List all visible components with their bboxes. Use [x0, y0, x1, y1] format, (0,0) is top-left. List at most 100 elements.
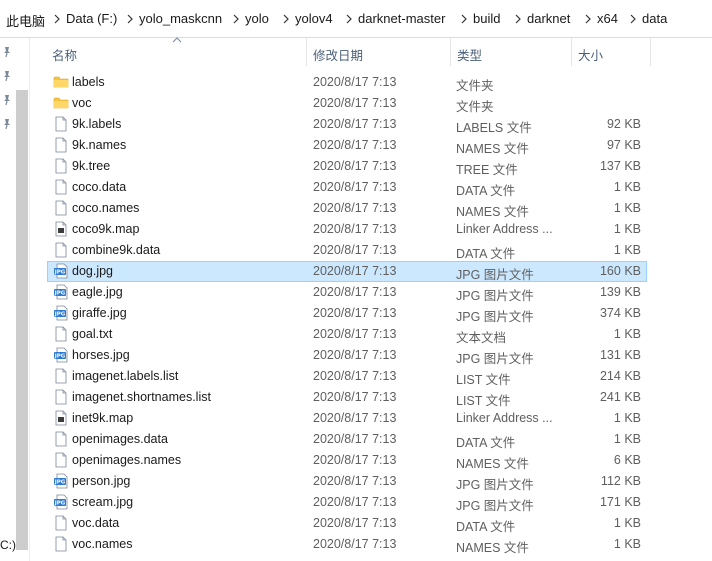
file-date: 2020/8/17 7:13 [313, 411, 397, 425]
file-name: eagle.jpg [72, 285, 123, 299]
file-icon [53, 326, 69, 342]
file-type: DATA 文件 [456, 520, 516, 534]
file-icon [53, 368, 69, 384]
file-size: 92 KB [606, 117, 641, 131]
file-name: dog.jpg [72, 264, 114, 278]
column-header: 名称 修改日期 类型 大小 [30, 37, 712, 66]
chevron-right-icon[interactable] [53, 13, 61, 25]
breadcrumb-item[interactable]: yolo_maskcnn [139, 11, 222, 26]
file-date: 2020/8/17 7:13 [313, 432, 397, 446]
file-icon [53, 452, 69, 468]
file-name: coco9k.map [72, 222, 140, 236]
jpg-file-icon: JPG [53, 473, 69, 489]
file-row[interactable]: JPG dog.jpg 2020/8/17 7:13 JPG 图片文件 160 KB [47, 261, 647, 282]
file-row[interactable]: coco.data 2020/8/17 7:13 DATA 文件 1 KB [47, 177, 647, 198]
file-date: 2020/8/17 7:13 [313, 348, 397, 362]
file-date: 2020/8/17 7:13 [313, 369, 397, 383]
breadcrumb-item[interactable]: yolov4 [295, 11, 333, 26]
file-row[interactable]: JPG person.jpg 2020/8/17 7:13 JPG 图片文件 112 K… [47, 471, 647, 492]
column-size[interactable]: 大小 [578, 45, 603, 64]
breadcrumb[interactable]: 此电脑 Data (F:) yolo_maskcnn yolo yolov4 darkne… [0, 0, 712, 38]
file-type: NAMES 文件 [456, 541, 529, 555]
file-row[interactable]: imagenet.labels.list 2020/8/17 7:13 LIST 文… [47, 366, 647, 387]
pin-icon[interactable] [1, 118, 13, 130]
file-name: combine9k.data [72, 243, 161, 257]
file-date: 2020/8/17 7:13 [313, 96, 397, 110]
file-row[interactable]: inet9k.map 2020/8/17 7:13 Linker Address .… [47, 408, 647, 429]
nav-drive-label[interactable]: C:) [0, 538, 16, 552]
navigation-pane[interactable]: C:) [0, 38, 30, 561]
column-name[interactable]: 名称 [52, 45, 77, 64]
chevron-right-icon[interactable] [460, 13, 468, 25]
svg-text:JPG: JPG [54, 501, 66, 507]
file-row[interactable]: goal.txt 2020/8/17 7:13 文本文档 1 KB [47, 324, 647, 345]
breadcrumb-item[interactable]: 此电脑 [6, 11, 45, 30]
file-date: 2020/8/17 7:13 [313, 180, 397, 194]
file-size: 6 KB [613, 453, 641, 467]
pin-icon[interactable] [1, 46, 13, 58]
file-row[interactable]: openimages.data 2020/8/17 7:13 DATA 文件 1 KB [47, 429, 647, 450]
breadcrumb-item[interactable]: build [473, 11, 500, 26]
chevron-right-icon[interactable] [345, 13, 353, 25]
jpg-file-icon: JPG [53, 263, 69, 279]
file-row[interactable]: openimages.names 2020/8/17 7:13 NAMES 文件 6 … [47, 450, 647, 471]
file-type: NAMES 文件 [456, 205, 529, 219]
file-row[interactable]: labels 2020/8/17 7:13 文件夹 [47, 72, 647, 93]
file-size: 1 KB [613, 537, 641, 551]
breadcrumb-item[interactable]: darknet [527, 11, 570, 26]
file-name: scream.jpg [72, 495, 134, 509]
column-divider[interactable] [650, 38, 651, 66]
file-row[interactable]: JPG giraffe.jpg 2020/8/17 7:13 JPG 图片文件 374 … [47, 303, 647, 324]
chevron-right-icon[interactable] [282, 13, 290, 25]
file-icon [53, 137, 69, 153]
file-size: 1 KB [613, 222, 641, 236]
file-row[interactable]: voc.data 2020/8/17 7:13 DATA 文件 1 KB [47, 513, 647, 534]
chevron-right-icon[interactable] [584, 13, 592, 25]
column-divider[interactable] [450, 38, 451, 66]
file-row[interactable]: JPG horses.jpg 2020/8/17 7:13 JPG 图片文件 131 K… [47, 345, 647, 366]
breadcrumb-item[interactable]: x64 [597, 11, 618, 26]
column-divider[interactable] [306, 38, 307, 66]
file-size: 1 KB [613, 243, 641, 257]
file-date: 2020/8/17 7:13 [313, 390, 397, 404]
chevron-right-icon[interactable] [126, 13, 134, 25]
nav-scrollbar-thumb[interactable] [16, 90, 28, 550]
file-date: 2020/8/17 7:13 [313, 474, 397, 488]
file-name: 9k.names [72, 138, 127, 152]
file-date: 2020/8/17 7:13 [313, 537, 397, 551]
file-row[interactable]: imagenet.shortnames.list 2020/8/17 7:13 LI… [47, 387, 647, 408]
breadcrumb-item[interactable]: data [642, 11, 667, 26]
file-row[interactable]: coco.names 2020/8/17 7:13 NAMES 文件 1 KB [47, 198, 647, 219]
column-type[interactable]: 类型 [457, 45, 482, 64]
sort-ascending-icon [172, 37, 182, 43]
file-date: 2020/8/17 7:13 [313, 75, 397, 89]
column-divider[interactable] [571, 38, 572, 66]
file-date: 2020/8/17 7:13 [313, 243, 397, 257]
file-row[interactable]: combine9k.data 2020/8/17 7:13 DATA 文件 1 KB [47, 240, 647, 261]
pin-icon[interactable] [1, 94, 13, 106]
file-row[interactable]: coco9k.map 2020/8/17 7:13 Linker Address .… [47, 219, 647, 240]
chevron-right-icon[interactable] [514, 13, 522, 25]
file-row[interactable]: JPG eagle.jpg 2020/8/17 7:13 JPG 图片文件 139 KB [47, 282, 647, 303]
breadcrumb-item[interactable]: Data (F:) [66, 11, 117, 26]
chevron-right-icon[interactable] [232, 13, 240, 25]
file-type: DATA 文件 [456, 436, 516, 450]
file-icon [53, 116, 69, 132]
column-date[interactable]: 修改日期 [313, 45, 363, 64]
breadcrumb-item[interactable]: darknet-master [358, 11, 445, 26]
breadcrumb-item[interactable]: yolo [245, 11, 269, 26]
chevron-right-icon[interactable] [629, 13, 637, 25]
file-row[interactable]: voc.names 2020/8/17 7:13 NAMES 文件 1 KB [47, 534, 647, 555]
file-row[interactable]: 9k.tree 2020/8/17 7:13 TREE 文件 137 KB [47, 156, 647, 177]
svg-text:JPG: JPG [54, 291, 66, 297]
file-icon [53, 242, 69, 258]
file-row[interactable]: 9k.labels 2020/8/17 7:13 LABELS 文件 92 KB [47, 114, 647, 135]
file-row[interactable]: JPG scream.jpg 2020/8/17 7:13 JPG 图片文件 171 K… [47, 492, 647, 513]
map-file-icon [53, 221, 69, 237]
file-icon [53, 179, 69, 195]
file-icon [53, 200, 69, 216]
file-row[interactable]: 9k.names 2020/8/17 7:13 NAMES 文件 97 KB [47, 135, 647, 156]
pin-icon[interactable] [1, 70, 13, 82]
file-row[interactable]: voc 2020/8/17 7:13 文件夹 [47, 93, 647, 114]
file-icon [53, 158, 69, 174]
